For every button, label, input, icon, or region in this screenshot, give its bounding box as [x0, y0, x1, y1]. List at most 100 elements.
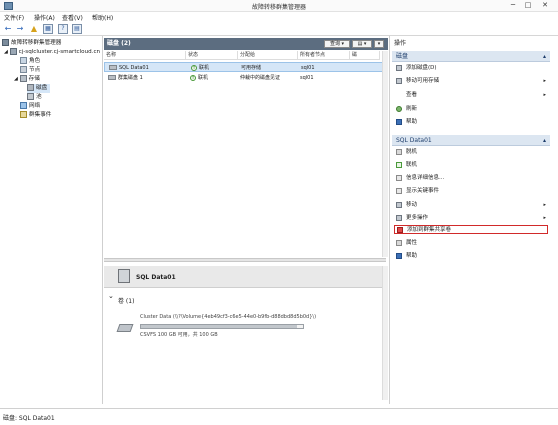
- expand-icon[interactable]: ⌄: [108, 292, 114, 300]
- move-storage-icon: [396, 77, 402, 84]
- disk-icon: [109, 65, 117, 70]
- row-name: 群集磁盘 1: [118, 75, 143, 81]
- status-text: 磁盘: SQL Data01: [3, 415, 55, 422]
- save-query-button[interactable]: ▤ ▾: [352, 40, 372, 48]
- network-icon: [20, 102, 27, 109]
- online-icon: [396, 161, 402, 168]
- volume-usage-bar: [140, 324, 304, 329]
- volume-usage-text: CSVFS 100 GB 可用，共 100 GB: [140, 332, 218, 338]
- action-help-2[interactable]: 帮助: [396, 252, 548, 261]
- action-help[interactable]: 帮助: [396, 118, 548, 127]
- action-info-details[interactable]: 信息详细信息...: [396, 174, 548, 183]
- close-button[interactable]: ✕: [538, 0, 552, 11]
- show-hide-tree-icon[interactable]: ▦: [43, 24, 53, 34]
- action-refresh[interactable]: 刷新: [396, 105, 548, 114]
- tree-networks[interactable]: 网络: [20, 102, 40, 111]
- action-more-actions[interactable]: 更多操作 ▸: [396, 214, 548, 223]
- row-status: 联机: [199, 65, 210, 71]
- navigation-tree: 故障转移群集管理器 ◢ cj-sqlcluster.cj-smartcloud.…: [0, 36, 103, 404]
- submenu-arrow-icon: ▸: [543, 202, 546, 208]
- menu-help[interactable]: 帮助(H): [92, 13, 113, 22]
- query-button[interactable]: 查询 ▾: [324, 40, 350, 48]
- submenu-arrow-icon: ▸: [543, 78, 546, 84]
- action-offline[interactable]: 脱机: [396, 148, 548, 157]
- tree-root[interactable]: 故障转移群集管理器: [2, 39, 61, 48]
- disks-pane: 磁盘 (2) 查询 ▾ ▤ ▾ ▾ 名称 状态 分配给 所有者节点 磁 SQL …: [104, 36, 388, 404]
- grid-scrollbar[interactable]: [382, 51, 388, 257]
- actions-title: 操作: [394, 40, 407, 47]
- action-critical-events[interactable]: 显示关键事件: [396, 187, 548, 196]
- collapse-icon[interactable]: ◢: [4, 49, 8, 55]
- menu-view[interactable]: 查看(V): [62, 13, 83, 22]
- tree-pools[interactable]: 池: [27, 93, 42, 102]
- disk-icon: [108, 75, 116, 80]
- collapse-caret-icon[interactable]: ▴: [543, 51, 546, 62]
- status-bar: 磁盘: SQL Data01: [0, 408, 558, 425]
- column-header-disk[interactable]: 磁: [350, 51, 380, 60]
- volume-usage-fill: [141, 325, 297, 328]
- volume-disk-icon: [116, 324, 134, 332]
- tree-cluster[interactable]: ◢ cj-sqlcluster.cj-smartcloud.cn: [4, 48, 100, 57]
- help-icon: [396, 118, 402, 125]
- column-header-name[interactable]: 名称: [104, 51, 186, 60]
- nodes-icon: [20, 66, 27, 73]
- actions-section-disk[interactable]: SQL Data01 ▴: [392, 135, 550, 146]
- cluster-manager-icon: [2, 39, 9, 46]
- pane-header: 磁盘 (2) 查询 ▾ ▤ ▾ ▾: [104, 38, 388, 50]
- column-header-owner[interactable]: 所有者节点: [298, 51, 350, 60]
- tree-roles[interactable]: 角色: [20, 57, 40, 66]
- window-title: 故障转移群集管理器: [251, 4, 306, 11]
- move-icon: [396, 201, 402, 208]
- table-row[interactable]: 群集磁盘 1 ↑ 联机 仲裁中的磁盘见证 sql01: [104, 73, 386, 83]
- tree-events[interactable]: 群集事件: [20, 111, 51, 120]
- pane-title: 磁盘 (2): [107, 40, 131, 47]
- help-icon[interactable]: ?: [58, 24, 68, 34]
- roles-icon: [20, 57, 27, 64]
- forward-icon[interactable]: →: [15, 24, 25, 34]
- back-icon[interactable]: ←: [3, 24, 13, 34]
- restore-button[interactable]: □: [521, 0, 535, 11]
- menu-file[interactable]: 文件(F): [4, 13, 24, 22]
- action-move[interactable]: 移动 ▸: [396, 201, 548, 210]
- collapse-icon[interactable]: ◢: [14, 76, 18, 82]
- action-add-disk[interactable]: 添加磁盘(D): [396, 64, 548, 73]
- tree-storage[interactable]: ◢ 存储: [14, 75, 40, 84]
- events-icon: [20, 111, 27, 118]
- refresh-icon: [396, 105, 402, 112]
- detail-header: SQL Data01: [104, 266, 388, 288]
- action-online[interactable]: 联机: [396, 161, 548, 170]
- column-header-status[interactable]: 状态: [186, 51, 238, 60]
- actions-section-disks[interactable]: 磁盘 ▴: [392, 51, 550, 62]
- minimize-button[interactable]: ─: [506, 0, 520, 11]
- title-bar: 故障转移群集管理器 ─ □ ✕: [0, 0, 558, 12]
- expand-dropdown-button[interactable]: ▾: [374, 40, 384, 48]
- detail-scrollbar[interactable]: [382, 266, 388, 400]
- tree-disks[interactable]: 磁盘: [27, 84, 51, 93]
- action-add-to-csv[interactable]: 添加到群集共享卷: [394, 225, 548, 234]
- row-status: 联机: [198, 75, 209, 81]
- actions-pane: 操作 磁盘 ▴ 添加磁盘(D) 移动可用存储 ▸ 查看 ▸ 刷新 帮助 SQL Dat…: [389, 36, 552, 404]
- view-icon: [396, 92, 402, 98]
- online-status-icon: ↑: [190, 74, 196, 81]
- volume-path: Cluster Data (\\?\Volume{4eb49cf3-c6e5-4…: [140, 314, 317, 320]
- more-actions-icon: [396, 214, 402, 221]
- pool-icon: [27, 93, 34, 100]
- action-view[interactable]: 查看 ▸: [396, 91, 548, 100]
- up-folder-icon[interactable]: ▲: [29, 24, 39, 34]
- row-assigned: 可用存储: [241, 65, 262, 71]
- toolbar: ← → ▲ ▦ ? ▤: [0, 22, 558, 36]
- properties-icon[interactable]: ▤: [72, 24, 82, 34]
- column-header-assigned[interactable]: 分配给: [238, 51, 298, 60]
- table-row[interactable]: SQL Data01 ↑ 联机 可用存储 sql01: [104, 62, 386, 72]
- detail-pane: SQL Data01 ⌄ 卷 (1) Cluster Data (\\?\Vol…: [104, 262, 388, 404]
- menu-action[interactable]: 操作(A): [34, 13, 55, 22]
- collapse-caret-icon[interactable]: ▴: [543, 135, 546, 146]
- add-to-csv-icon: [397, 226, 403, 233]
- help-icon: [396, 252, 402, 259]
- tree-nodes[interactable]: 节点: [20, 66, 40, 75]
- action-move-storage[interactable]: 移动可用存储 ▸: [396, 77, 548, 86]
- row-name: SQL Data01: [119, 65, 149, 71]
- action-properties[interactable]: 属性: [396, 239, 548, 248]
- disk-icon: [27, 84, 34, 91]
- disk-resource-icon: [118, 269, 130, 283]
